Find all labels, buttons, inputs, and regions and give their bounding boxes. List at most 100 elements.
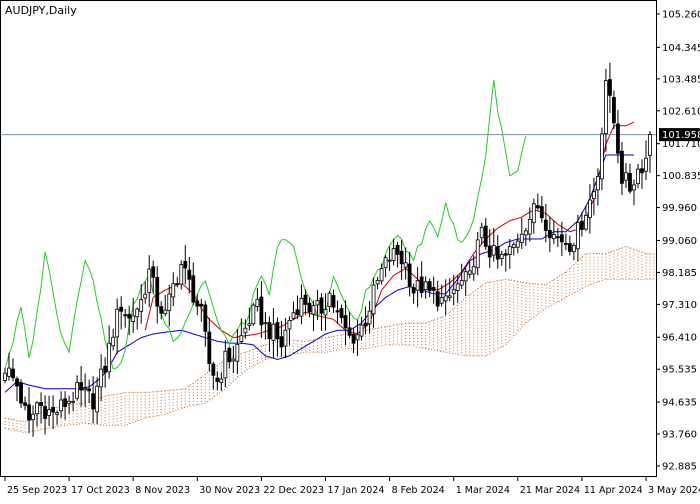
y-tick-label: 92.885 bbox=[662, 462, 697, 473]
candle-body bbox=[263, 322, 268, 325]
candle-body bbox=[43, 406, 47, 419]
candle-body bbox=[519, 233, 524, 243]
candle-body bbox=[347, 327, 352, 336]
y-tick-label: 98.185 bbox=[662, 268, 697, 279]
candle-body bbox=[467, 270, 472, 275]
candle-body bbox=[499, 254, 504, 259]
candle-body bbox=[111, 336, 116, 347]
candle-body bbox=[247, 323, 252, 326]
candle-body bbox=[127, 313, 132, 319]
y-tick-label: 93.760 bbox=[662, 430, 697, 441]
candle-body bbox=[455, 283, 460, 291]
candle-body bbox=[355, 334, 360, 341]
candle-body bbox=[59, 399, 63, 412]
candle-body bbox=[47, 409, 51, 416]
x-tick-label: 25 Sep 2023 bbox=[7, 485, 67, 496]
candle-body bbox=[271, 323, 276, 341]
y-tick-label: 100.835 bbox=[662, 171, 700, 182]
candle-body bbox=[195, 300, 200, 307]
x-tick-label: 8 Feb 2024 bbox=[392, 485, 445, 496]
candle-body bbox=[604, 80, 608, 134]
candle-body bbox=[451, 288, 456, 294]
candle-body bbox=[503, 253, 508, 256]
candle-body bbox=[99, 368, 104, 388]
candle-body bbox=[507, 246, 512, 256]
x-tick-label: 8 Nov 2023 bbox=[135, 485, 190, 496]
candle-body bbox=[511, 244, 516, 248]
candle-body bbox=[371, 284, 376, 315]
candle-body bbox=[571, 245, 576, 253]
candle-body bbox=[119, 306, 124, 312]
candle-body bbox=[383, 257, 388, 269]
candle-body bbox=[475, 239, 480, 269]
y-tick-label: 97.310 bbox=[662, 300, 697, 311]
candle-body bbox=[415, 280, 420, 291]
candle-body bbox=[27, 404, 31, 421]
candle-body bbox=[107, 342, 112, 373]
candle-body bbox=[295, 309, 300, 316]
candle-body bbox=[323, 308, 328, 316]
candle-body bbox=[219, 378, 224, 383]
candle-body bbox=[407, 263, 412, 288]
candle-body bbox=[187, 269, 192, 280]
candle-body bbox=[427, 281, 432, 292]
candle-body bbox=[375, 280, 380, 285]
candle-body bbox=[624, 172, 628, 181]
candle-body bbox=[583, 215, 588, 230]
candle-body bbox=[23, 402, 27, 406]
candle-body bbox=[640, 168, 644, 174]
candle-body bbox=[131, 315, 136, 322]
candle-body bbox=[515, 240, 520, 248]
candle-body bbox=[123, 314, 128, 317]
candle-body bbox=[291, 312, 296, 319]
candle-body bbox=[315, 300, 320, 306]
candle-body bbox=[636, 168, 640, 185]
candle-body bbox=[563, 243, 568, 245]
y-tick-label: 99.960 bbox=[662, 203, 697, 214]
candle-body bbox=[527, 219, 532, 235]
x-tick-label: 3 May 2024 bbox=[648, 485, 700, 496]
candle-body bbox=[239, 335, 244, 342]
candle-body bbox=[399, 250, 404, 265]
candle-body bbox=[471, 266, 476, 275]
y-tick-label: 94.635 bbox=[662, 398, 697, 409]
candle-body bbox=[71, 400, 76, 403]
candle-body bbox=[227, 347, 232, 363]
candle-body bbox=[632, 184, 636, 191]
candle-body bbox=[600, 133, 604, 180]
candle-body bbox=[163, 309, 168, 315]
candle-body bbox=[151, 266, 156, 278]
candle-body bbox=[391, 248, 396, 261]
candle-body bbox=[327, 292, 332, 308]
candle-body bbox=[67, 400, 71, 404]
candle-body bbox=[255, 298, 260, 308]
candle-body bbox=[275, 322, 280, 340]
candle-body bbox=[203, 304, 208, 332]
candle-body bbox=[319, 297, 324, 314]
candle-body bbox=[31, 413, 35, 421]
candle-body bbox=[267, 322, 272, 340]
candle-body bbox=[575, 222, 580, 250]
candle-body bbox=[83, 388, 88, 391]
candle-body bbox=[235, 344, 240, 362]
candle-body bbox=[547, 230, 552, 239]
candle-body bbox=[495, 246, 500, 260]
candle-body bbox=[135, 308, 140, 318]
candle-body bbox=[523, 230, 528, 236]
candle-body bbox=[439, 297, 444, 304]
candle-body bbox=[483, 225, 488, 247]
x-axis: 25 Sep 2023 17 Oct 2023 8 Nov 2023 30 Nov 2… bbox=[4, 476, 700, 496]
candle-body bbox=[459, 280, 464, 286]
y-tick-label: 95.535 bbox=[662, 365, 697, 376]
candle-body bbox=[115, 308, 120, 338]
candle-body bbox=[423, 281, 428, 291]
current-price-label: 101.958 bbox=[662, 130, 700, 141]
candlestick-chart: 105.260104.345103.485102.610101.710100.8… bbox=[0, 0, 700, 496]
candle-body bbox=[7, 367, 11, 377]
candle-body bbox=[447, 295, 452, 298]
candle-body bbox=[303, 294, 308, 305]
candle-body bbox=[628, 172, 632, 192]
candle-body bbox=[579, 220, 584, 230]
candle-body bbox=[539, 206, 544, 219]
y-tick-label: 104.345 bbox=[662, 43, 700, 54]
